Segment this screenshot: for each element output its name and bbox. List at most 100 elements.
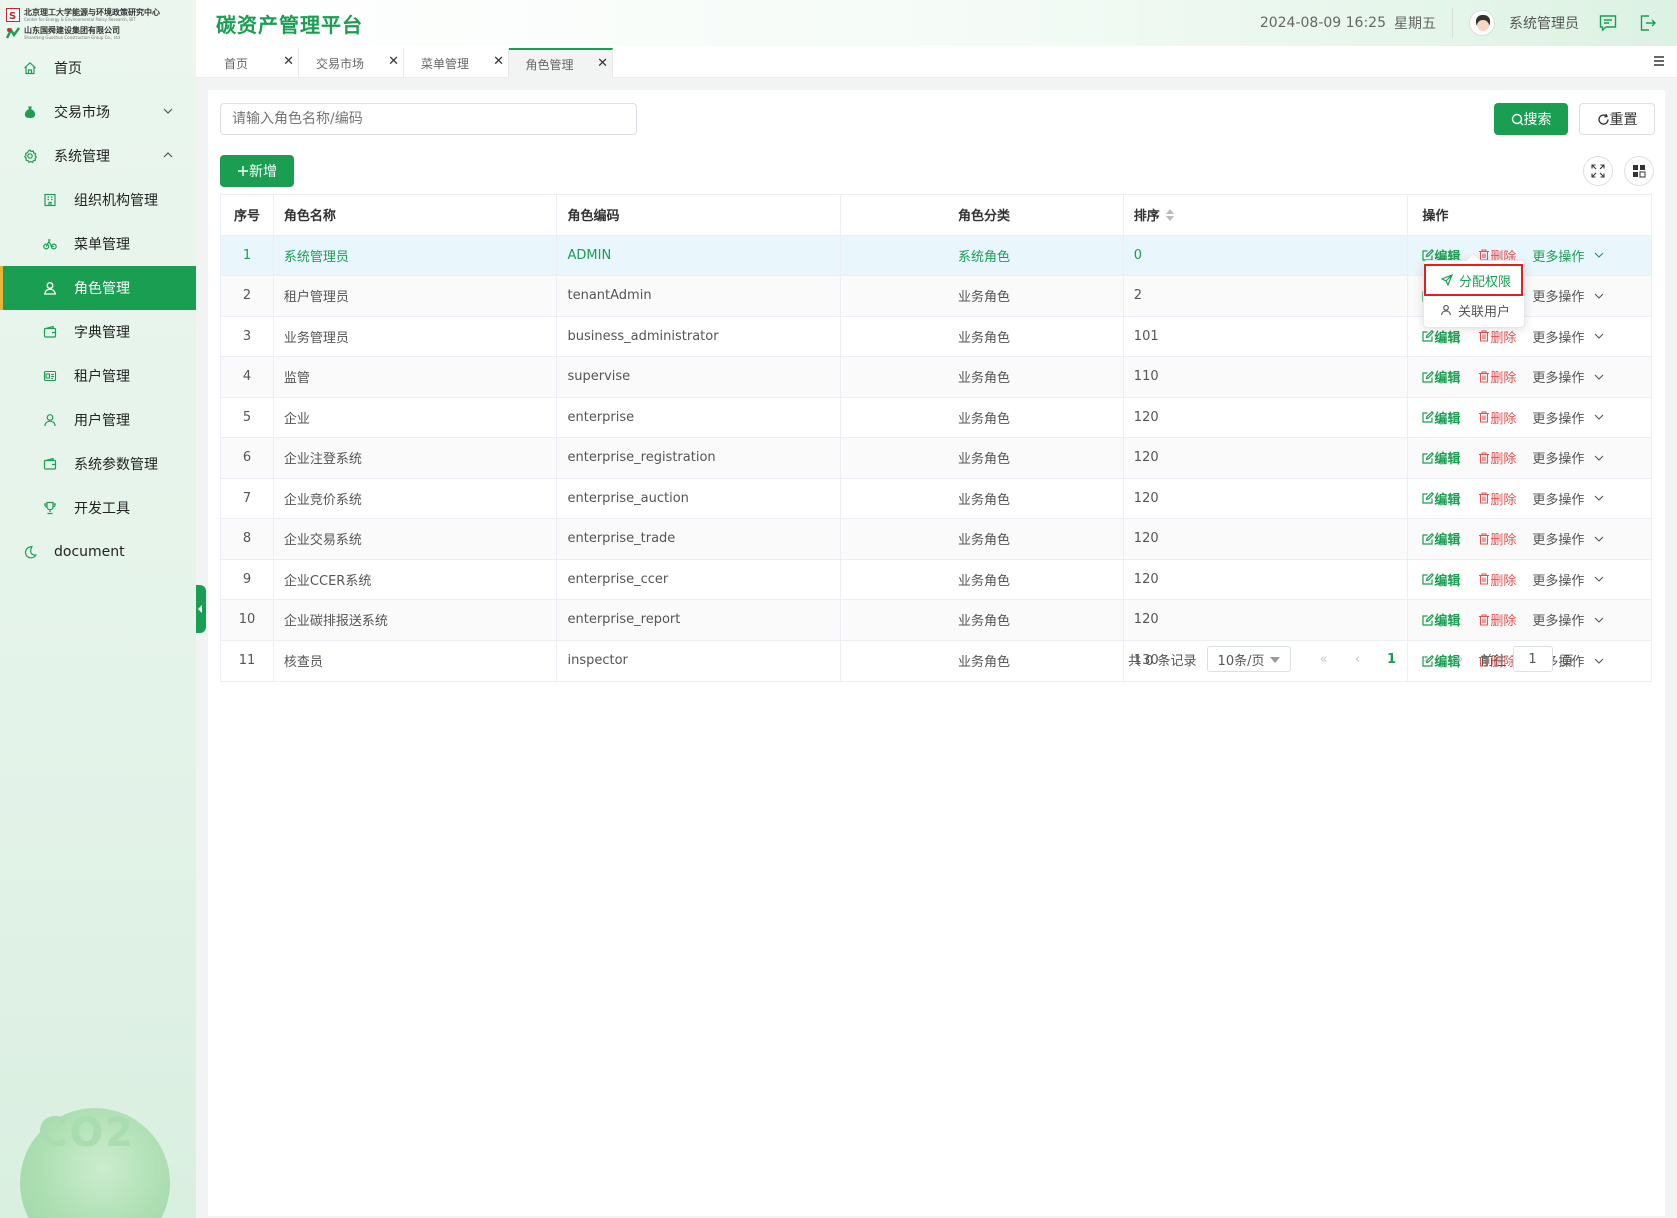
sidebar-item-users[interactable]: 用户管理 bbox=[0, 398, 196, 442]
fullscreen-button[interactable] bbox=[1583, 156, 1613, 186]
sort-icon[interactable] bbox=[1165, 208, 1174, 221]
avatar[interactable] bbox=[1469, 10, 1495, 36]
cell-sort: 101 bbox=[1124, 316, 1409, 356]
edit-icon bbox=[1422, 573, 1435, 585]
sidebar-item-roles[interactable]: 角色管理 bbox=[0, 266, 196, 310]
delete-button[interactable]: 删除 bbox=[1478, 327, 1516, 346]
last-page-icon[interactable]: » bbox=[1443, 652, 1477, 667]
sidebar-item-system[interactable]: 系统管理 bbox=[0, 134, 196, 178]
assign-permissions-label: 分配权限 bbox=[1459, 274, 1512, 290]
tab-bar: 首页 ✕ 交易市场 ✕ 菜单管理 ✕ 角色管理 ✕ bbox=[196, 46, 1677, 78]
delete-button[interactable]: 删除 bbox=[1478, 367, 1516, 386]
col-header-actions: 操作 bbox=[1422, 209, 1449, 225]
delete-button[interactable]: 删除 bbox=[1478, 448, 1516, 467]
sidebar-item-home[interactable]: 首页 bbox=[0, 46, 196, 90]
sidebar-item-label: 组织机构管理 bbox=[74, 193, 158, 209]
delete-button[interactable]: 删除 bbox=[1478, 489, 1516, 508]
main-panel: 搜索 重置 新增 序号 角色名称 角色编码 角色分类 排序 操作 1 系统管理员… bbox=[208, 90, 1665, 1216]
cell-role-category: 业务角色 bbox=[841, 276, 1124, 316]
page-number[interactable]: 1 bbox=[1375, 652, 1409, 667]
sidebar-item-org[interactable]: 组织机构管理 bbox=[0, 178, 196, 222]
delete-button[interactable]: 删除 bbox=[1478, 529, 1516, 548]
edit-button[interactable]: 编辑 bbox=[1422, 367, 1460, 386]
page-size-select[interactable]: 10条/页 bbox=[1206, 646, 1291, 672]
more-actions-dropdown[interactable]: 更多操作 bbox=[1532, 529, 1604, 548]
tab-menu[interactable]: 菜单管理 ✕ bbox=[404, 48, 509, 78]
close-icon[interactable]: ✕ bbox=[283, 54, 294, 69]
more-actions-dropdown[interactable]: 更多操作 bbox=[1532, 246, 1604, 265]
tab-home[interactable]: 首页 ✕ bbox=[196, 48, 299, 78]
add-button[interactable]: 新增 bbox=[220, 155, 294, 187]
more-actions-dropdown[interactable]: 更多操作 bbox=[1532, 367, 1604, 386]
logout-icon[interactable] bbox=[1637, 12, 1659, 34]
delete-button[interactable]: 删除 bbox=[1478, 610, 1516, 629]
message-icon[interactable] bbox=[1597, 12, 1619, 34]
more-actions-dropdown[interactable]: 更多操作 bbox=[1532, 286, 1604, 305]
bike-icon bbox=[42, 236, 58, 252]
next-page-icon[interactable]: › bbox=[1409, 652, 1443, 667]
refresh-icon bbox=[1597, 113, 1609, 125]
edit-button[interactable]: 编辑 bbox=[1422, 610, 1460, 629]
trash-icon bbox=[1479, 411, 1490, 423]
search-button[interactable]: 搜索 bbox=[1494, 103, 1568, 135]
more-actions-dropdown[interactable]: 更多操作 bbox=[1532, 327, 1604, 346]
pagination: 共 0 条记录 10条/页 « ‹ 1 › » 前往 页 bbox=[1128, 645, 1574, 673]
cell-sort: 2 bbox=[1124, 276, 1409, 316]
sidebar-item-menu[interactable]: 菜单管理 bbox=[0, 222, 196, 266]
sidebar-item-market[interactable]: 交易市场 bbox=[0, 90, 196, 134]
delete-button[interactable]: 删除 bbox=[1478, 408, 1516, 427]
link-users-menu-item[interactable]: 关联用户 bbox=[1424, 295, 1524, 325]
more-actions-label: 更多操作 bbox=[1532, 533, 1585, 549]
col-header-sort[interactable]: 排序 bbox=[1124, 195, 1409, 235]
more-actions-dropdown[interactable]: 更多操作 bbox=[1532, 489, 1604, 508]
username[interactable]: 系统管理员 bbox=[1509, 13, 1579, 33]
sidebar-item-devtools[interactable]: 开发工具 bbox=[0, 486, 196, 530]
cell-role-name: 监管 bbox=[274, 357, 558, 397]
sidebar-item-tenant[interactable]: 租户管理 bbox=[0, 354, 196, 398]
cell-actions: 编辑 删除 更多操作 bbox=[1408, 438, 1651, 478]
table-row: 7 企业竞价系统 enterprise_auction 业务角色 120 编辑 … bbox=[221, 478, 1651, 519]
delete-button[interactable]: 删除 bbox=[1478, 570, 1516, 589]
prev-page-icon[interactable]: ‹ bbox=[1341, 652, 1375, 667]
search-input[interactable] bbox=[220, 103, 637, 135]
chevron-down-icon bbox=[1595, 293, 1604, 299]
chevron-up-icon bbox=[163, 152, 173, 158]
assign-permissions-menu-item[interactable]: 分配权限 bbox=[1424, 264, 1523, 296]
menu-icon[interactable] bbox=[1653, 55, 1665, 67]
edit-button[interactable]: 编辑 bbox=[1422, 408, 1460, 427]
sidebar-collapse-toggle[interactable] bbox=[196, 585, 206, 633]
reset-button[interactable]: 重置 bbox=[1579, 103, 1655, 135]
column-settings-button[interactable] bbox=[1624, 156, 1654, 186]
sidebar-item-document[interactable]: document bbox=[0, 530, 196, 574]
close-icon[interactable]: ✕ bbox=[388, 54, 399, 69]
more-actions-dropdown[interactable]: 更多操作 bbox=[1532, 448, 1604, 467]
sidebar-item-label: 字典管理 bbox=[74, 325, 130, 341]
tab-roles[interactable]: 角色管理 ✕ bbox=[509, 48, 613, 78]
goto-page-input[interactable] bbox=[1512, 646, 1553, 672]
close-icon[interactable]: ✕ bbox=[597, 56, 608, 71]
sidebar-item-params[interactable]: 系统参数管理 bbox=[0, 442, 196, 486]
edit-button[interactable]: 编辑 bbox=[1422, 489, 1460, 508]
edit-button[interactable]: 编辑 bbox=[1422, 570, 1460, 589]
first-page-icon[interactable]: « bbox=[1307, 652, 1341, 667]
more-actions-dropdown[interactable]: 更多操作 bbox=[1532, 408, 1604, 427]
cell-sort: 120 bbox=[1124, 600, 1409, 640]
table-header-row: 序号 角色名称 角色编码 角色分类 排序 操作 bbox=[221, 195, 1651, 236]
gear-icon bbox=[22, 148, 38, 164]
chevron-down-icon bbox=[1595, 414, 1604, 421]
more-actions-dropdown[interactable]: 更多操作 bbox=[1532, 570, 1604, 589]
wallet-icon bbox=[42, 456, 58, 472]
edit-button[interactable]: 编辑 bbox=[1422, 529, 1460, 548]
edit-button[interactable]: 编辑 bbox=[1422, 327, 1460, 346]
edit-button[interactable]: 编辑 bbox=[1422, 448, 1460, 467]
more-actions-dropdown[interactable]: 更多操作 bbox=[1532, 610, 1604, 629]
close-icon[interactable]: ✕ bbox=[493, 54, 504, 69]
tab-market[interactable]: 交易市场 ✕ bbox=[299, 48, 404, 78]
sidebar-item-dict[interactable]: 字典管理 bbox=[0, 310, 196, 354]
link-users-label: 关联用户 bbox=[1458, 304, 1511, 320]
datetime-text: 2024-08-09 16:25 bbox=[1259, 15, 1386, 31]
chevron-down-icon bbox=[163, 108, 173, 114]
table-row: 8 企业交易系统 enterprise_trade 业务角色 120 编辑 删除… bbox=[221, 519, 1651, 560]
table-row: 6 企业注登系统 enterprise_registration 业务角色 12… bbox=[221, 438, 1651, 479]
logo-block: S 北京理工大学能源与环境政策研究中心 Center for Energy & … bbox=[0, 0, 196, 46]
